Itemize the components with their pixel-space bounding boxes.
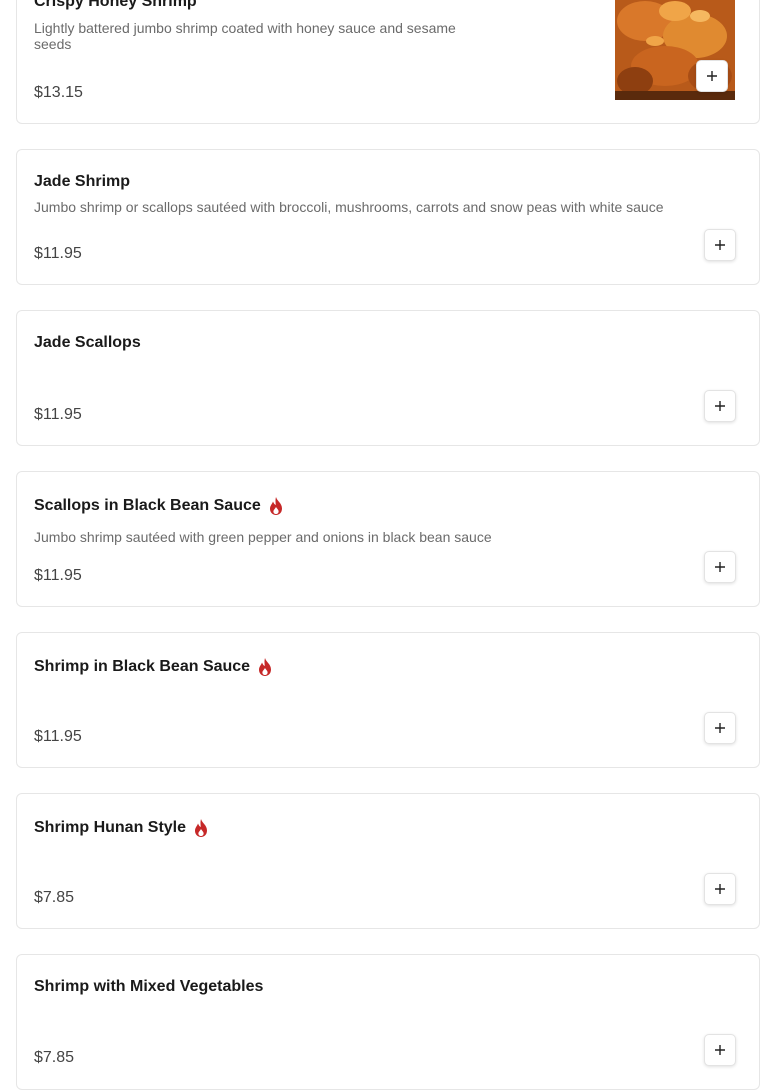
- item-price: $11.95: [34, 728, 82, 745]
- menu-item-card[interactable]: Jade Shrimp Jumbo shrimp or scallops sau…: [16, 149, 760, 285]
- add-to-cart-button[interactable]: [704, 1034, 736, 1066]
- item-title: Crispy Honey Shrimp: [34, 0, 197, 11]
- plus-icon: [715, 401, 725, 411]
- item-description: Lightly battered jumbo shrimp coated wit…: [34, 20, 456, 52]
- item-name: Shrimp Hunan Style: [34, 819, 187, 836]
- menu-item-card[interactable]: Jade Scallops $11.95: [16, 310, 760, 446]
- plus-icon: [715, 562, 725, 572]
- menu-item-card[interactable]: Shrimp Hunan Style $7.85: [16, 793, 760, 929]
- item-title: Shrimp with Mixed Vegetables: [34, 978, 263, 996]
- item-price: $7.85: [34, 889, 75, 906]
- item-price: $11.95: [34, 245, 82, 262]
- plus-icon: [715, 1045, 725, 1055]
- item-name: Shrimp in Black Bean Sauce: [34, 658, 251, 675]
- flame-icon: [269, 497, 282, 515]
- item-name: Jade Shrimp: [34, 173, 131, 190]
- menu-item-card[interactable]: Shrimp in Black Bean Sauce $11.95: [16, 632, 760, 768]
- item-title: Scallops in Black Bean Sauce: [34, 496, 285, 516]
- item-price: $13.15: [34, 84, 83, 101]
- add-to-cart-button[interactable]: [704, 712, 736, 744]
- item-name: Shrimp with Mixed Vegetables: [34, 978, 264, 995]
- flame-icon: [259, 658, 272, 676]
- item-title: Shrimp Hunan Style: [34, 818, 210, 838]
- item-name: Jade Scallops: [34, 334, 141, 351]
- item-price: $11.95: [34, 567, 82, 584]
- plus-icon: [715, 240, 725, 250]
- add-to-cart-button[interactable]: [696, 60, 728, 92]
- menu-item-card[interactable]: Scallops in Black Bean Sauce Jumbo shrim…: [16, 471, 760, 607]
- plus-icon: [715, 723, 725, 733]
- add-to-cart-button[interactable]: [704, 551, 736, 583]
- plus-icon: [707, 71, 717, 81]
- item-price: $7.85: [34, 1049, 75, 1066]
- item-name: Scallops in Black Bean Sauce: [34, 497, 261, 514]
- item-title: Jade Shrimp: [34, 173, 130, 191]
- add-to-cart-button[interactable]: [704, 390, 736, 422]
- menu-item-card[interactable]: Shrimp with Mixed Vegetables $7.85: [16, 954, 760, 1090]
- menu-item-card[interactable]: Crispy Honey Shrimp Lightly battered jum…: [16, 0, 760, 124]
- item-price: $11.95: [34, 406, 82, 423]
- item-description: Jumbo shrimp sautéed with green pepper a…: [34, 529, 492, 545]
- item-title: Shrimp in Black Bean Sauce: [34, 657, 274, 677]
- add-to-cart-button[interactable]: [704, 229, 736, 261]
- flame-icon: [195, 819, 208, 837]
- plus-icon: [715, 884, 725, 894]
- item-description: Jumbo shrimp or scallops sautéed with br…: [34, 199, 664, 215]
- item-name: Crispy Honey Shrimp: [34, 0, 197, 10]
- add-to-cart-button[interactable]: [704, 873, 736, 905]
- item-title: Jade Scallops: [34, 334, 141, 352]
